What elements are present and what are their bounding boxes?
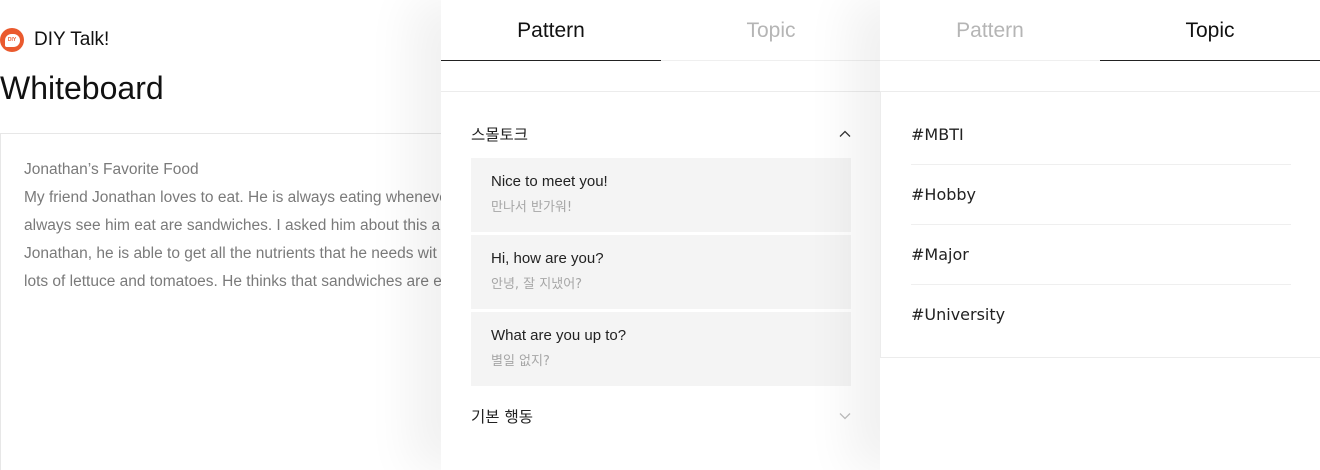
sentence-english: Hi, how are you? <box>491 250 604 267</box>
topic-item[interactable]: #University <box>911 285 1291 345</box>
sentence-english: What are you up to? <box>491 327 627 344</box>
sentence-english: Nice to meet you! <box>491 173 608 190</box>
logo-text: DIY <box>4 33 20 47</box>
pattern-panel: Pattern Topic 스몰토크 Nice to meet you! 만나서… <box>441 0 881 470</box>
pattern-panel-tabs: Pattern Topic <box>441 0 881 61</box>
section-title: 기본 행동 <box>471 408 533 426</box>
topic-item[interactable]: #Major <box>911 225 1291 285</box>
section-basic-actions-header[interactable]: 기본 행동 <box>471 401 851 431</box>
sentence-card[interactable]: Nice to meet you! 만나서 반가워! <box>471 158 851 232</box>
topic-item[interactable]: #Hobby <box>911 165 1291 225</box>
sentence-korean: 만나서 반가워! <box>491 200 573 215</box>
small-talk-sentences: Nice to meet you! 만나서 반가워! Hi, how are y… <box>471 158 851 389</box>
topic-item[interactable]: #MBTI <box>911 105 1291 165</box>
tab-topic[interactable]: Topic <box>1100 0 1320 61</box>
section-title: 스몰토크 <box>471 126 529 144</box>
sentence-korean: 별일 없지? <box>491 354 550 369</box>
pattern-list: 스몰토크 Nice to meet you! 만나서 반가워! Hi, how … <box>441 91 881 470</box>
tab-pattern[interactable]: Pattern <box>441 0 661 61</box>
sentence-korean: 안녕, 잘 지냈어? <box>491 277 583 292</box>
logo-icon: DIY <box>0 28 24 52</box>
page-title: Whiteboard <box>0 70 164 106</box>
brand-name: DIY Talk! <box>34 29 110 50</box>
topic-list: #MBTI #Hobby #Major #University <box>880 91 1320 358</box>
tab-pattern[interactable]: Pattern <box>880 0 1100 61</box>
brand[interactable]: DIY DIY Talk! <box>0 28 109 52</box>
tab-topic[interactable]: Topic <box>661 0 881 61</box>
topic-panel-tabs: Pattern Topic <box>880 0 1320 61</box>
sentence-card[interactable]: What are you up to? 별일 없지? <box>471 312 851 386</box>
chevron-down-icon[interactable] <box>839 410 851 422</box>
topic-panel: Pattern Topic #MBTI #Hobby #Major #Unive… <box>880 0 1320 470</box>
chevron-up-icon[interactable] <box>839 128 851 140</box>
sentence-card[interactable]: Hi, how are you? 안녕, 잘 지냈어? <box>471 235 851 309</box>
section-small-talk-header[interactable]: 스몰토크 <box>471 119 851 149</box>
